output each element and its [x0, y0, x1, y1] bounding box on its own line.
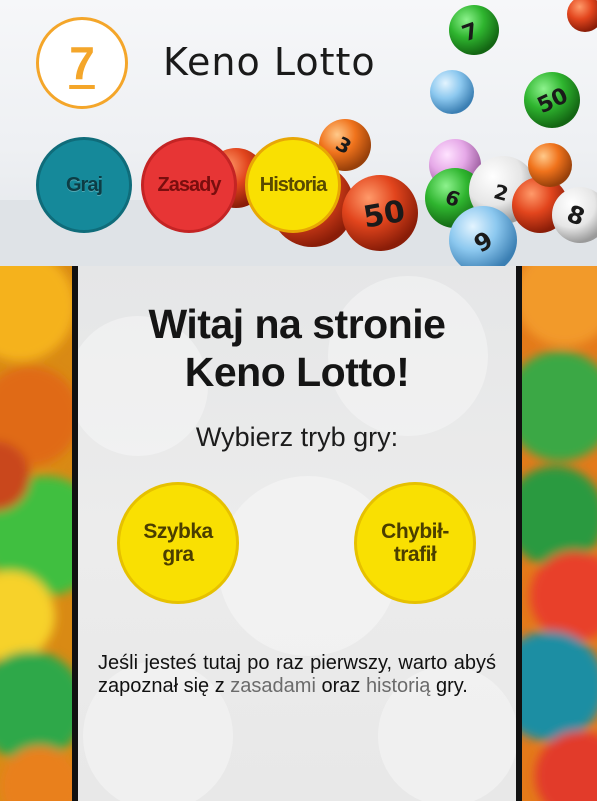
hit-or-miss-label-line2: trafił — [393, 543, 437, 566]
site-title: Keno Lotto — [163, 40, 376, 84]
intro-text-middle: oraz — [315, 675, 366, 697]
intro-paragraph: Jeśli jesteś tutaj po raz pierwszy, wart… — [98, 652, 496, 698]
nav-play-button[interactable]: Graj — [36, 137, 132, 233]
hit-or-miss-label-line1: Chybił- — [381, 520, 449, 543]
right-decor-image — [520, 266, 597, 801]
choose-mode-label: Wybierz tryb gry: — [195, 422, 399, 452]
history-link[interactable]: historią — [366, 675, 430, 697]
header-banner: 7 50 3 50 6 9 8 2 7 Keno Lotto Graj Zasa… — [0, 0, 597, 266]
quick-game-button[interactable]: Szybka gra — [117, 482, 239, 604]
left-decor-image — [0, 266, 75, 801]
right-divider — [516, 266, 522, 801]
logo-badge[interactable]: 7 — [36, 17, 128, 109]
welcome-heading-line1: Witaj na stronie — [148, 301, 446, 347]
welcome-heading-line2: Keno Lotto! — [184, 349, 410, 395]
quick-game-label-line2: gra — [162, 543, 194, 566]
hit-or-miss-button[interactable]: Chybił- trafił — [354, 482, 476, 604]
nav-rules-button[interactable]: Zasady — [141, 137, 237, 233]
nav-history-button[interactable]: Historia — [245, 137, 341, 233]
rules-link[interactable]: zasadami — [230, 675, 316, 697]
ball-number: 50 — [361, 194, 408, 236]
main-panel: Witaj na stronie Keno Lotto! Wybierz try… — [78, 266, 516, 801]
logo-digit: 7 — [69, 37, 95, 89]
quick-game-label-line1: Szybka — [143, 520, 213, 543]
welcome-heading: Witaj na stronie Keno Lotto! — [78, 300, 516, 396]
intro-text-end: gry. — [430, 675, 468, 697]
